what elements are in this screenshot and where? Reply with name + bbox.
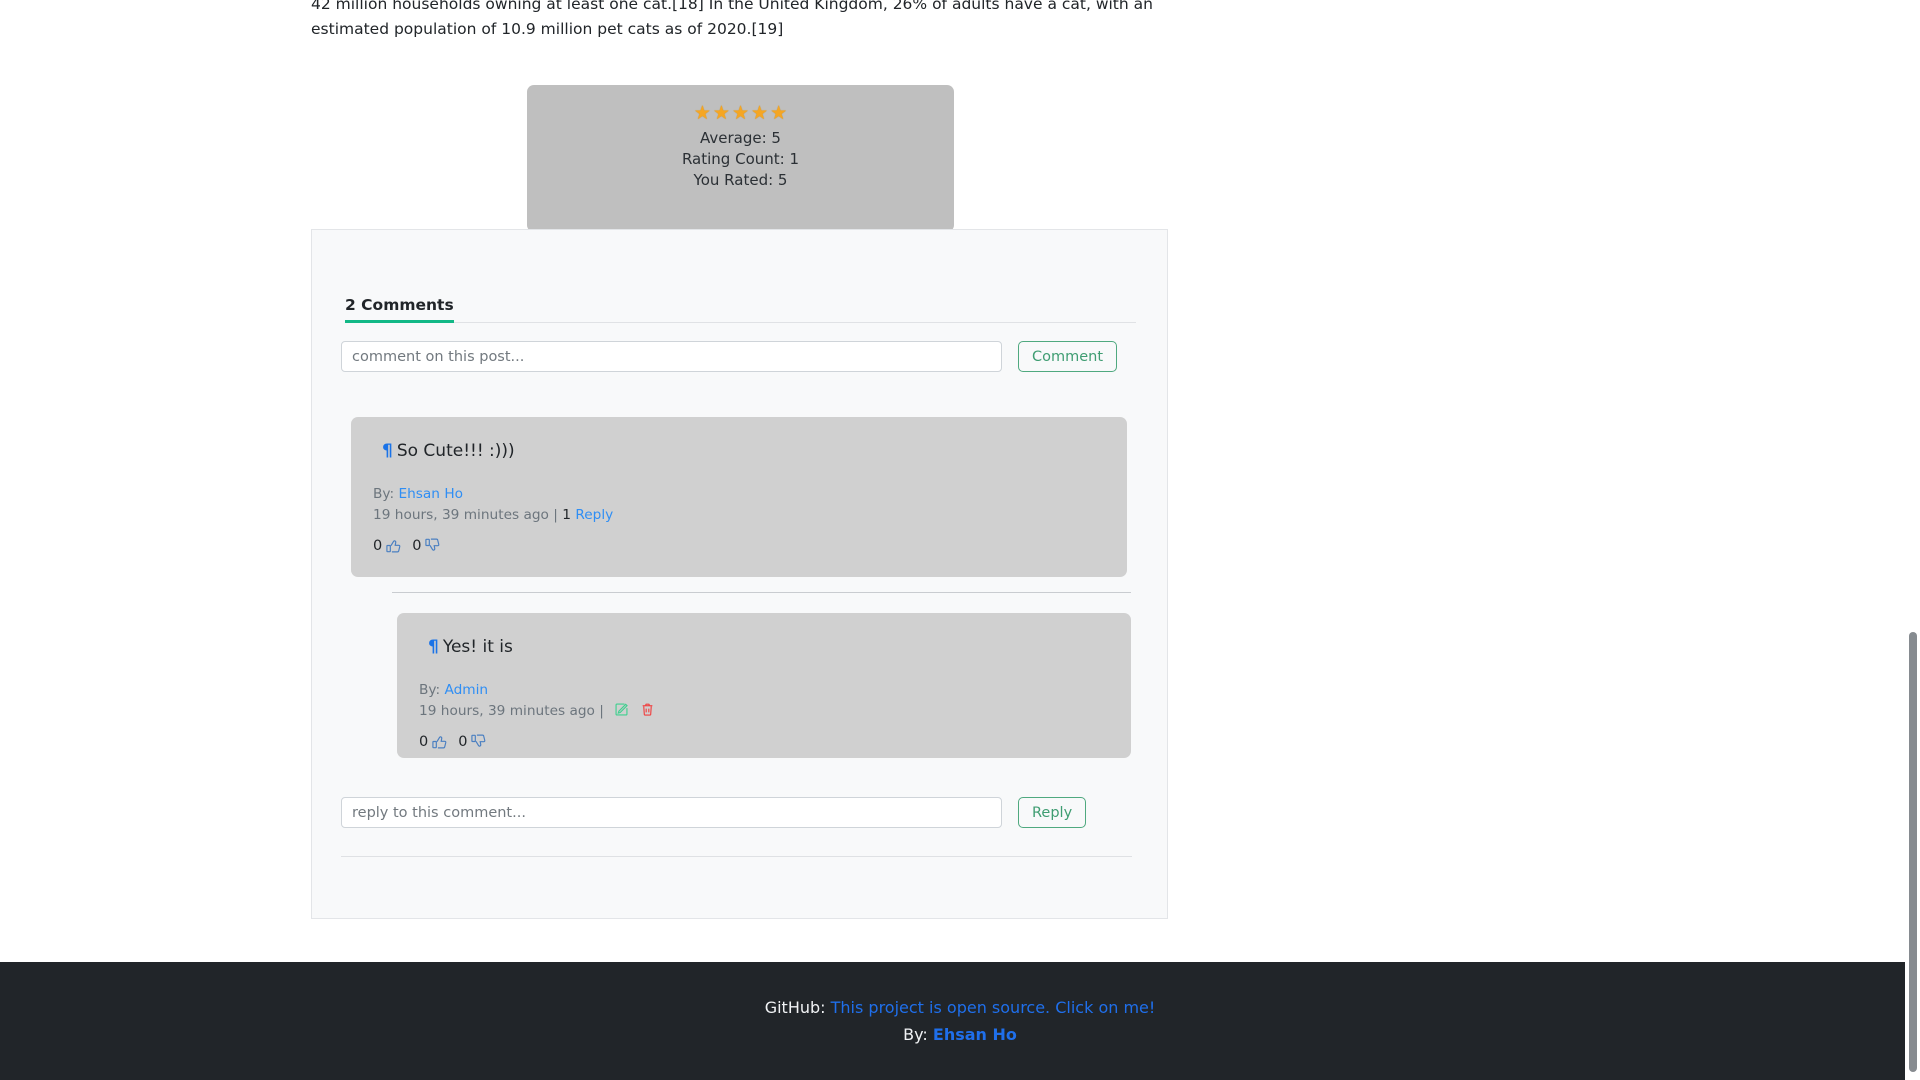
reply-form: Reply — [341, 797, 1087, 828]
by-label: By: — [373, 486, 395, 502]
star-icon[interactable]: ★ — [770, 104, 787, 123]
pilcrow-icon: ¶ — [382, 441, 393, 461]
footer-author-line: By: Ehsan Ho — [903, 1023, 1017, 1047]
star-icon[interactable]: ★ — [694, 104, 711, 123]
comment-meta-line: 19 hours, 39 minutes ago | 1 Reply — [373, 505, 1105, 526]
footer-author-link[interactable]: Ehsan Ho — [933, 1025, 1017, 1044]
comments-header-wrap: 2 Comments — [345, 295, 1136, 323]
new-comment-form: Comment — [341, 341, 1118, 372]
star-icon[interactable]: ★ — [751, 104, 768, 123]
scrollbar-track[interactable] — [1905, 0, 1920, 1080]
thumbs-down-icon[interactable] — [470, 733, 487, 750]
meta-separator: | — [599, 703, 604, 719]
like-count: 0 — [373, 537, 383, 554]
comments-bottom-divider — [341, 856, 1132, 857]
edit-icon[interactable] — [614, 702, 629, 717]
thumbs-up-icon[interactable] — [431, 733, 448, 750]
comment-input[interactable] — [341, 341, 1002, 372]
pilcrow-icon: ¶ — [428, 637, 439, 657]
comment-submit-button[interactable]: Comment — [1018, 341, 1118, 372]
trash-icon[interactable] — [640, 702, 655, 717]
dislike-count: 0 — [458, 733, 468, 750]
star-icon[interactable]: ★ — [732, 104, 749, 123]
rating-average: Average: 5 — [700, 129, 781, 147]
footer-github-line: GitHub: This project is open source. Cli… — [765, 996, 1156, 1020]
comment-meta-line: 19 hours, 39 minutes ago | — [419, 701, 1109, 722]
thumbs-down-icon[interactable] — [424, 537, 441, 554]
comment-timestamp: 19 hours, 39 minutes ago — [373, 507, 549, 523]
comment-card: ¶ So Cute!!! :))) By: Ehsan Ho 19 hours, … — [351, 417, 1127, 577]
comment-divider — [392, 592, 1131, 593]
footer-by-label: By: — [903, 1024, 928, 1044]
reply-submit-button[interactable]: Reply — [1018, 797, 1087, 828]
comment-author-line: By: Admin — [419, 680, 1109, 701]
dislike-count: 0 — [412, 537, 422, 554]
comment-body-text: ¶ So Cute!!! :))) — [382, 440, 1105, 462]
comments-count-tab[interactable]: 2 Comments — [345, 296, 454, 323]
rating-count: Rating Count: 1 — [681, 150, 800, 168]
meta-separator: | — [553, 507, 558, 523]
comment-reply-link[interactable]: Reply — [575, 507, 613, 523]
star-icon[interactable]: ★ — [713, 104, 730, 123]
reply-input[interactable] — [341, 797, 1002, 828]
footer-github-link[interactable]: This project is open source. Click on me… — [831, 998, 1156, 1017]
article-paragraph: 42 million households owning at least on… — [311, 0, 1153, 38]
footer-github-label: GitHub: — [764, 997, 826, 1017]
comment-author-line: By: Ehsan Ho — [373, 484, 1105, 505]
star-rating[interactable]: ★ ★ ★ ★ ★ — [694, 104, 787, 123]
by-label: By: — [419, 682, 441, 698]
comment-author-link[interactable]: Ehsan Ho — [398, 486, 463, 502]
comment-card: ¶ Yes! it is By: Admin 19 hours, 39 minut… — [397, 613, 1131, 758]
comment-body-text: ¶ Yes! it is — [428, 636, 1109, 658]
comment-votes: 0 0 — [373, 537, 1105, 554]
thumbs-up-icon[interactable] — [385, 537, 402, 554]
comment-text: So Cute!!! :))) — [396, 441, 515, 461]
comment-reply-count: 1 — [562, 507, 571, 523]
comment-votes: 0 0 — [419, 733, 1109, 750]
rating-box: ★ ★ ★ ★ ★ Average: 5 Rating Count: 1 You… — [527, 85, 954, 232]
like-count: 0 — [419, 733, 429, 750]
page-footer: GitHub: This project is open source. Cli… — [0, 962, 1920, 1080]
comment-author-link[interactable]: Admin — [444, 682, 488, 698]
scrollbar-thumb[interactable] — [1909, 632, 1917, 1072]
page-root: 42 million households owning at least on… — [0, 0, 1920, 1080]
rating-you-rated: You Rated: 5 — [693, 171, 788, 189]
comment-text: Yes! it is — [442, 637, 513, 657]
comment-timestamp: 19 hours, 39 minutes ago — [419, 703, 595, 719]
